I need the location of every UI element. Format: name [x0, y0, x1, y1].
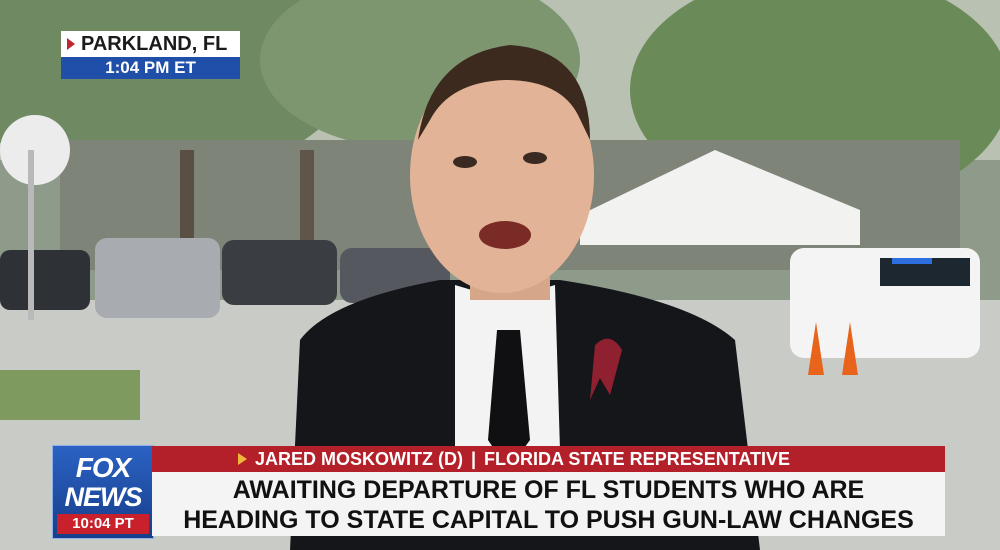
headline-line-1: AWAITING DEPARTURE OF FL STUDENTS WHO AR… [232, 476, 865, 504]
logo-time: 10:04 PT [57, 514, 149, 534]
logo-fox-text: FOX [75, 452, 132, 483]
headline-line-2: HEADING TO STATE CAPITAL TO PUSH GUN-LAW… [183, 506, 914, 534]
separator: | [470, 449, 477, 469]
location-bug: PARKLAND, FL 1:04 PM ET [61, 31, 240, 79]
parked-car [222, 240, 337, 305]
left-eye [453, 156, 477, 168]
nameplate-bar: JARED MOSKOWITZ (D) | FLORIDA STATE REPR… [152, 446, 945, 472]
speaker-title: FLORIDA STATE REPRESENTATIVE [484, 449, 791, 469]
location-text: PARKLAND, FL [81, 33, 228, 55]
speaker-name: JARED MOSKOWITZ (D) [255, 449, 463, 469]
play-triangle-icon [238, 453, 247, 465]
right-eye [523, 152, 547, 164]
parked-car [0, 250, 90, 310]
local-time: 1:04 PM ET [61, 57, 240, 79]
grass [0, 370, 140, 420]
location-label: PARKLAND, FL [61, 31, 240, 57]
open-mouth [479, 221, 531, 249]
parked-suv [95, 238, 220, 318]
sign-back [0, 115, 70, 185]
sign-post [28, 150, 34, 320]
logo-news-text: NEWS [64, 482, 143, 512]
police-light-bar [892, 258, 932, 264]
play-triangle-icon [67, 38, 75, 50]
headline-chyron: AWAITING DEPARTURE OF FL STUDENTS WHO AR… [152, 472, 945, 536]
fox-news-logo: FOX NEWS 10:04 PT [52, 445, 154, 539]
